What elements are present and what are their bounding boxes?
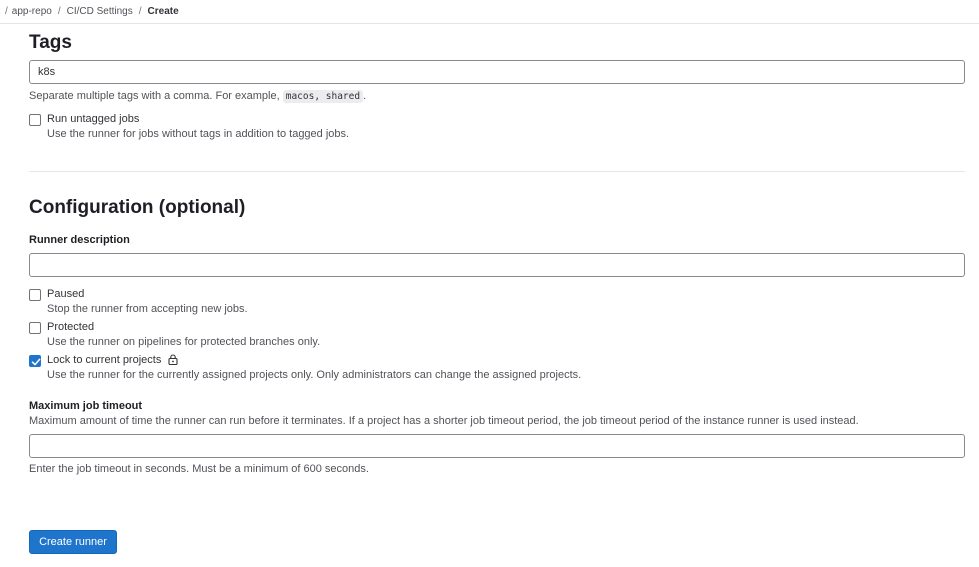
lock-help: Use the runner for the currently assigne…: [47, 369, 582, 381]
breadcrumb: / app-repo / CI/CD Settings / Create: [0, 0, 979, 24]
tags-input[interactable]: [29, 60, 965, 84]
protected-checkbox[interactable]: [29, 322, 41, 334]
lock-checkbox[interactable]: [29, 355, 41, 367]
paused-label[interactable]: Paused: [47, 288, 84, 300]
runner-description-label: Runner description: [29, 234, 130, 246]
breadcrumb-separator: /: [5, 6, 8, 17]
tags-help-suffix: .: [363, 90, 367, 102]
timeout-description: Maximum amount of time the runner can ru…: [29, 415, 859, 427]
breadcrumb-item-ci-cd-settings[interactable]: CI/CD Settings: [67, 6, 133, 17]
protected-help: Use the runner on pipelines for protecte…: [47, 336, 321, 348]
breadcrumb-item-create: Create: [147, 6, 179, 17]
breadcrumb-separator: /: [57, 6, 61, 17]
lock-label[interactable]: Lock to current projects: [47, 354, 161, 366]
breadcrumb-item-app-repo[interactable]: app-repo: [12, 6, 52, 17]
configuration-heading: Configuration (optional): [29, 197, 246, 218]
tags-heading: Tags: [29, 32, 72, 53]
check-icon: [31, 358, 41, 366]
lock-label-wrap[interactable]: Lock to current projects: [47, 354, 178, 366]
timeout-input[interactable]: [29, 434, 965, 458]
lock-icon: [168, 354, 178, 365]
run-untagged-help: Use the runner for jobs without tags in …: [47, 128, 350, 140]
tags-help-text: Separate multiple tags with a comma. For…: [29, 90, 280, 102]
timeout-label: Maximum job timeout: [29, 400, 143, 412]
timeout-help: Enter the job timeout in seconds. Must b…: [29, 463, 369, 475]
section-divider: [29, 171, 965, 172]
tags-help-example: macos, shared: [282, 90, 364, 103]
run-untagged-checkbox[interactable]: [29, 114, 41, 126]
run-untagged-label[interactable]: Run untagged jobs: [47, 113, 139, 125]
paused-help: Stop the runner from accepting new jobs.: [47, 303, 248, 315]
protected-label[interactable]: Protected: [47, 321, 94, 333]
runner-description-input[interactable]: [29, 253, 965, 277]
paused-checkbox[interactable]: [29, 289, 41, 301]
tags-help: Separate multiple tags with a comma. For…: [29, 90, 367, 103]
breadcrumb-separator: /: [138, 6, 142, 17]
create-runner-button[interactable]: Create runner: [29, 530, 117, 554]
